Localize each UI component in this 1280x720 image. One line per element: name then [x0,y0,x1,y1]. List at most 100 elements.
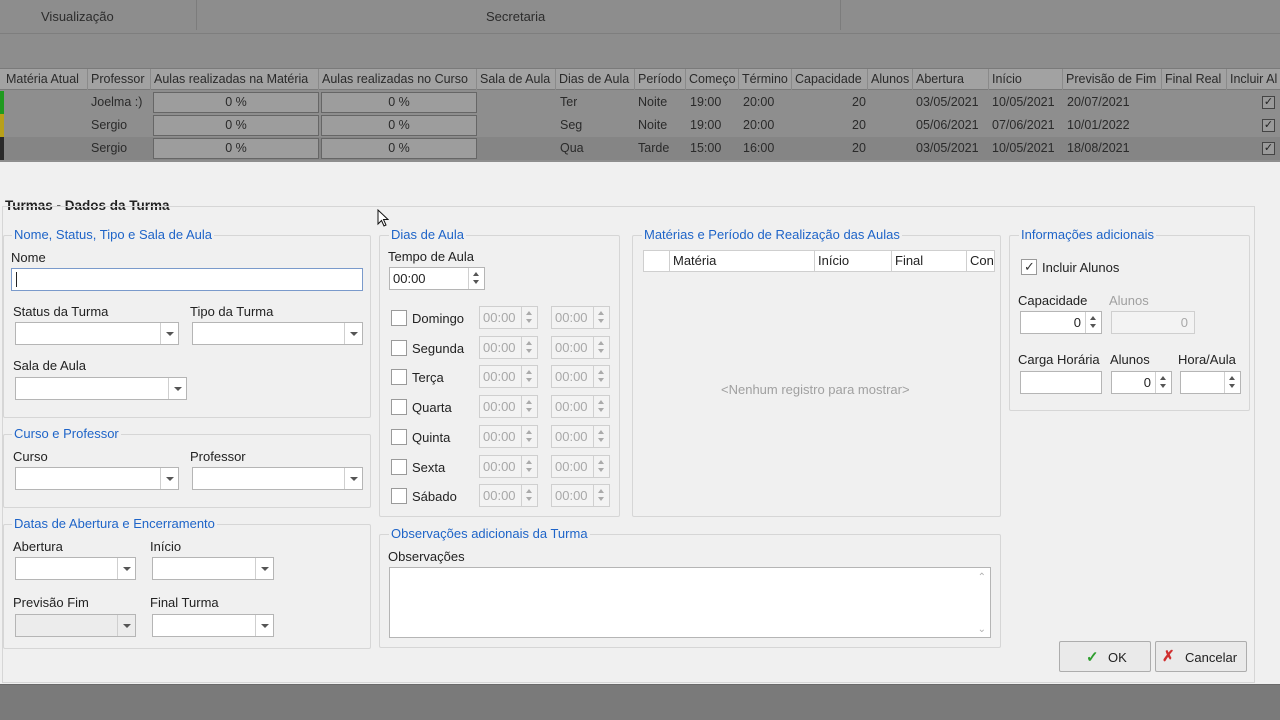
day-end-time[interactable]: 00:00 [551,484,610,508]
table-row[interactable]: Joelma :) 0 % 0 % Ter Noite 19:00 20:00 … [0,91,1280,114]
col-professor[interactable]: Professor [88,69,151,90]
professor-combo[interactable] [192,467,363,490]
col-comeco[interactable]: Começo [686,69,739,90]
spin-buttons[interactable] [593,366,609,388]
col-capacidade[interactable]: Capacidade [792,69,868,90]
spin-buttons[interactable] [521,366,537,388]
spin-buttons[interactable] [521,485,537,507]
day-end-time[interactable]: 00:00 [551,335,610,359]
spin-buttons[interactable] [593,455,609,477]
scroll-up-icon[interactable]: ⌃ [978,572,986,583]
col-final-real[interactable]: Final Real [1162,69,1227,90]
day-checkbox[interactable] [391,428,407,445]
abertura-date[interactable] [15,557,136,580]
incluir-alunos-checkbox[interactable] [1021,259,1037,275]
carga-horaria-input[interactable] [1020,371,1102,394]
col-materia[interactable]: Matéria [670,251,815,271]
spin-buttons[interactable] [593,485,609,507]
chevron-down-icon[interactable] [117,558,135,579]
day-end-time[interactable]: 00:00 [551,365,610,389]
spin-buttons[interactable] [468,268,484,289]
spin-buttons[interactable] [521,307,537,328]
day-checkbox[interactable] [391,310,407,326]
cell-incluir-checkbox[interactable]: ✓ [1262,119,1275,132]
capacidade-spinner[interactable]: 0 [1020,311,1102,334]
tempo-aula-spinner[interactable]: 00:00 [389,267,485,290]
col-inicio[interactable]: Início [989,69,1063,90]
col-incluir-alunos[interactable]: Incluir Al [1227,69,1280,90]
cell-incluir-checkbox[interactable]: ✓ [1262,96,1275,109]
day-checkbox[interactable] [391,458,407,475]
cell-incluir-checkbox[interactable]: ✓ [1262,142,1275,155]
day-start-time[interactable]: 00:00 [479,365,538,389]
table-row[interactable]: Sergio 0 % 0 % Seg Noite 19:00 20:00 20 … [0,114,1280,137]
cell-aulas-materia: 0 % [153,115,319,136]
chevron-down-icon[interactable] [117,615,135,636]
day-end-time[interactable]: 00:00 [551,395,610,419]
day-checkbox[interactable] [391,339,407,356]
day-checkbox[interactable] [391,369,407,386]
observacoes-textarea[interactable]: ⌃ ⌄ [389,567,991,638]
cancel-button[interactable]: ✗ Cancelar [1155,641,1247,672]
chevron-down-icon[interactable] [160,323,178,344]
spin-buttons[interactable] [593,336,609,358]
chevron-down-icon[interactable] [344,323,362,344]
inicio-date[interactable] [152,557,274,580]
col-alunos[interactable]: Alunos [868,69,913,90]
day-checkbox[interactable] [391,488,407,505]
col-materia-atual[interactable]: Matéria Atual [3,69,88,90]
curso-combo[interactable] [15,467,179,490]
final-turma-date[interactable] [152,614,274,637]
spin-buttons[interactable] [593,307,609,328]
hora-aula-spinner[interactable] [1180,371,1241,394]
day-start-time[interactable]: 00:00 [479,484,538,508]
chevron-down-icon[interactable] [255,558,273,579]
spin-buttons[interactable] [1085,312,1101,333]
day-end-time[interactable]: 00:00 [551,454,610,478]
table-row-selected[interactable]: Sergio 0 % 0 % Qua Tarde 15:00 16:00 20 … [0,137,1280,160]
cell-previsao: 18/08/2021 [1067,141,1130,155]
ok-button[interactable]: ✓ OK [1059,641,1151,672]
col-inicio[interactable]: Início [815,251,892,271]
col-con[interactable]: Con [967,251,994,271]
spin-buttons[interactable] [593,425,609,447]
spin-buttons[interactable] [521,396,537,418]
col-final[interactable]: Final [892,251,967,271]
spin-buttons[interactable] [1155,372,1171,393]
sala-aula-combo[interactable] [15,377,187,400]
chevron-down-icon[interactable] [255,615,273,636]
col-abertura[interactable]: Abertura [913,69,989,90]
previsao-fim-date[interactable] [15,614,136,637]
scroll-down-icon[interactable]: ⌄ [978,624,986,635]
menu-visualizacao[interactable]: Visualização [41,9,114,24]
day-end-time[interactable]: 00:00 [551,306,610,329]
day-start-time[interactable]: 00:00 [479,306,538,329]
chevron-down-icon[interactable] [344,468,362,489]
spin-buttons[interactable] [521,336,537,358]
day-checkbox[interactable] [391,399,407,416]
chevron-down-icon[interactable] [168,378,186,399]
col-aulas-curso[interactable]: Aulas realizadas no Curso [319,69,477,90]
col-aulas-materia[interactable]: Aulas realizadas na Matéria [151,69,319,90]
status-turma-combo[interactable] [15,322,179,345]
spin-buttons[interactable] [521,455,537,477]
spin-buttons[interactable] [593,396,609,418]
alunos2-spinner[interactable]: 0 [1111,371,1172,394]
day-end-time[interactable]: 00:00 [551,424,610,448]
spin-buttons[interactable] [1224,372,1240,393]
tipo-turma-combo[interactable] [192,322,363,345]
col-previsao[interactable]: Previsão de Fim [1063,69,1162,90]
day-start-time[interactable]: 00:00 [479,395,538,419]
col-dias[interactable]: Dias de Aula [556,69,635,90]
col-sala[interactable]: Sala de Aula [477,69,556,90]
menu-secretaria[interactable]: Secretaria [486,9,545,24]
col-termino[interactable]: Término [739,69,792,90]
day-start-time[interactable]: 00:00 [479,454,538,478]
chevron-down-icon[interactable] [160,468,178,489]
col-periodo[interactable]: Período [635,69,686,90]
nome-input[interactable] [11,268,363,291]
row-status-indicator [0,91,4,114]
day-start-time[interactable]: 00:00 [479,424,538,448]
day-start-time[interactable]: 00:00 [479,335,538,359]
spin-buttons[interactable] [521,425,537,447]
